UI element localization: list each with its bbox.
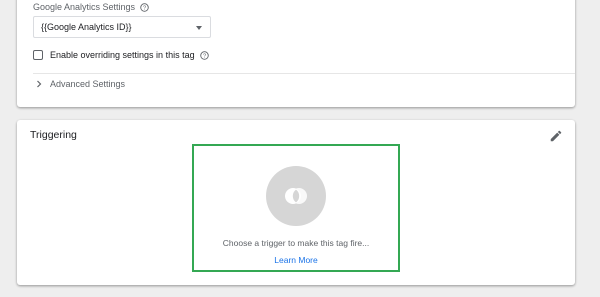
learn-more-link[interactable]: Learn More [194,255,398,265]
ga-settings-value: {{Google Analytics ID}} [41,22,132,32]
override-settings-label[interactable]: Enable overriding settings in this tag [50,50,195,60]
trigger-prompt-text: Choose a trigger to make this tag fire..… [222,238,370,248]
advanced-settings-label: Advanced Settings [50,79,126,89]
ga-settings-label: Google Analytics Settings [33,2,136,12]
override-settings-checkbox[interactable] [33,50,43,60]
help-icon[interactable]: ? [199,50,209,60]
help-icon[interactable]: ? [140,2,149,12]
advanced-settings-toggle[interactable]: Advanced Settings [33,79,125,89]
ga-settings-label-row: Google Analytics Settings ? [33,2,149,12]
chevron-right-icon [37,80,42,88]
triggering-card: Triggering Choose a trigger to make this… [17,120,575,285]
trigger-icon [285,188,307,204]
triggering-title: Triggering [30,129,77,141]
trigger-placeholder-circle [266,166,326,226]
tag-configuration-card: Google Analytics Settings ? {{Google Ana… [17,0,575,107]
pencil-icon[interactable] [549,129,563,143]
divider [33,73,575,74]
ga-settings-select[interactable]: {{Google Analytics ID}} [33,16,211,38]
trigger-selector-box[interactable]: Choose a trigger to make this tag fire..… [192,144,400,272]
caret-down-icon [196,26,202,30]
override-settings-row: Enable overriding settings in this tag ? [33,50,209,60]
